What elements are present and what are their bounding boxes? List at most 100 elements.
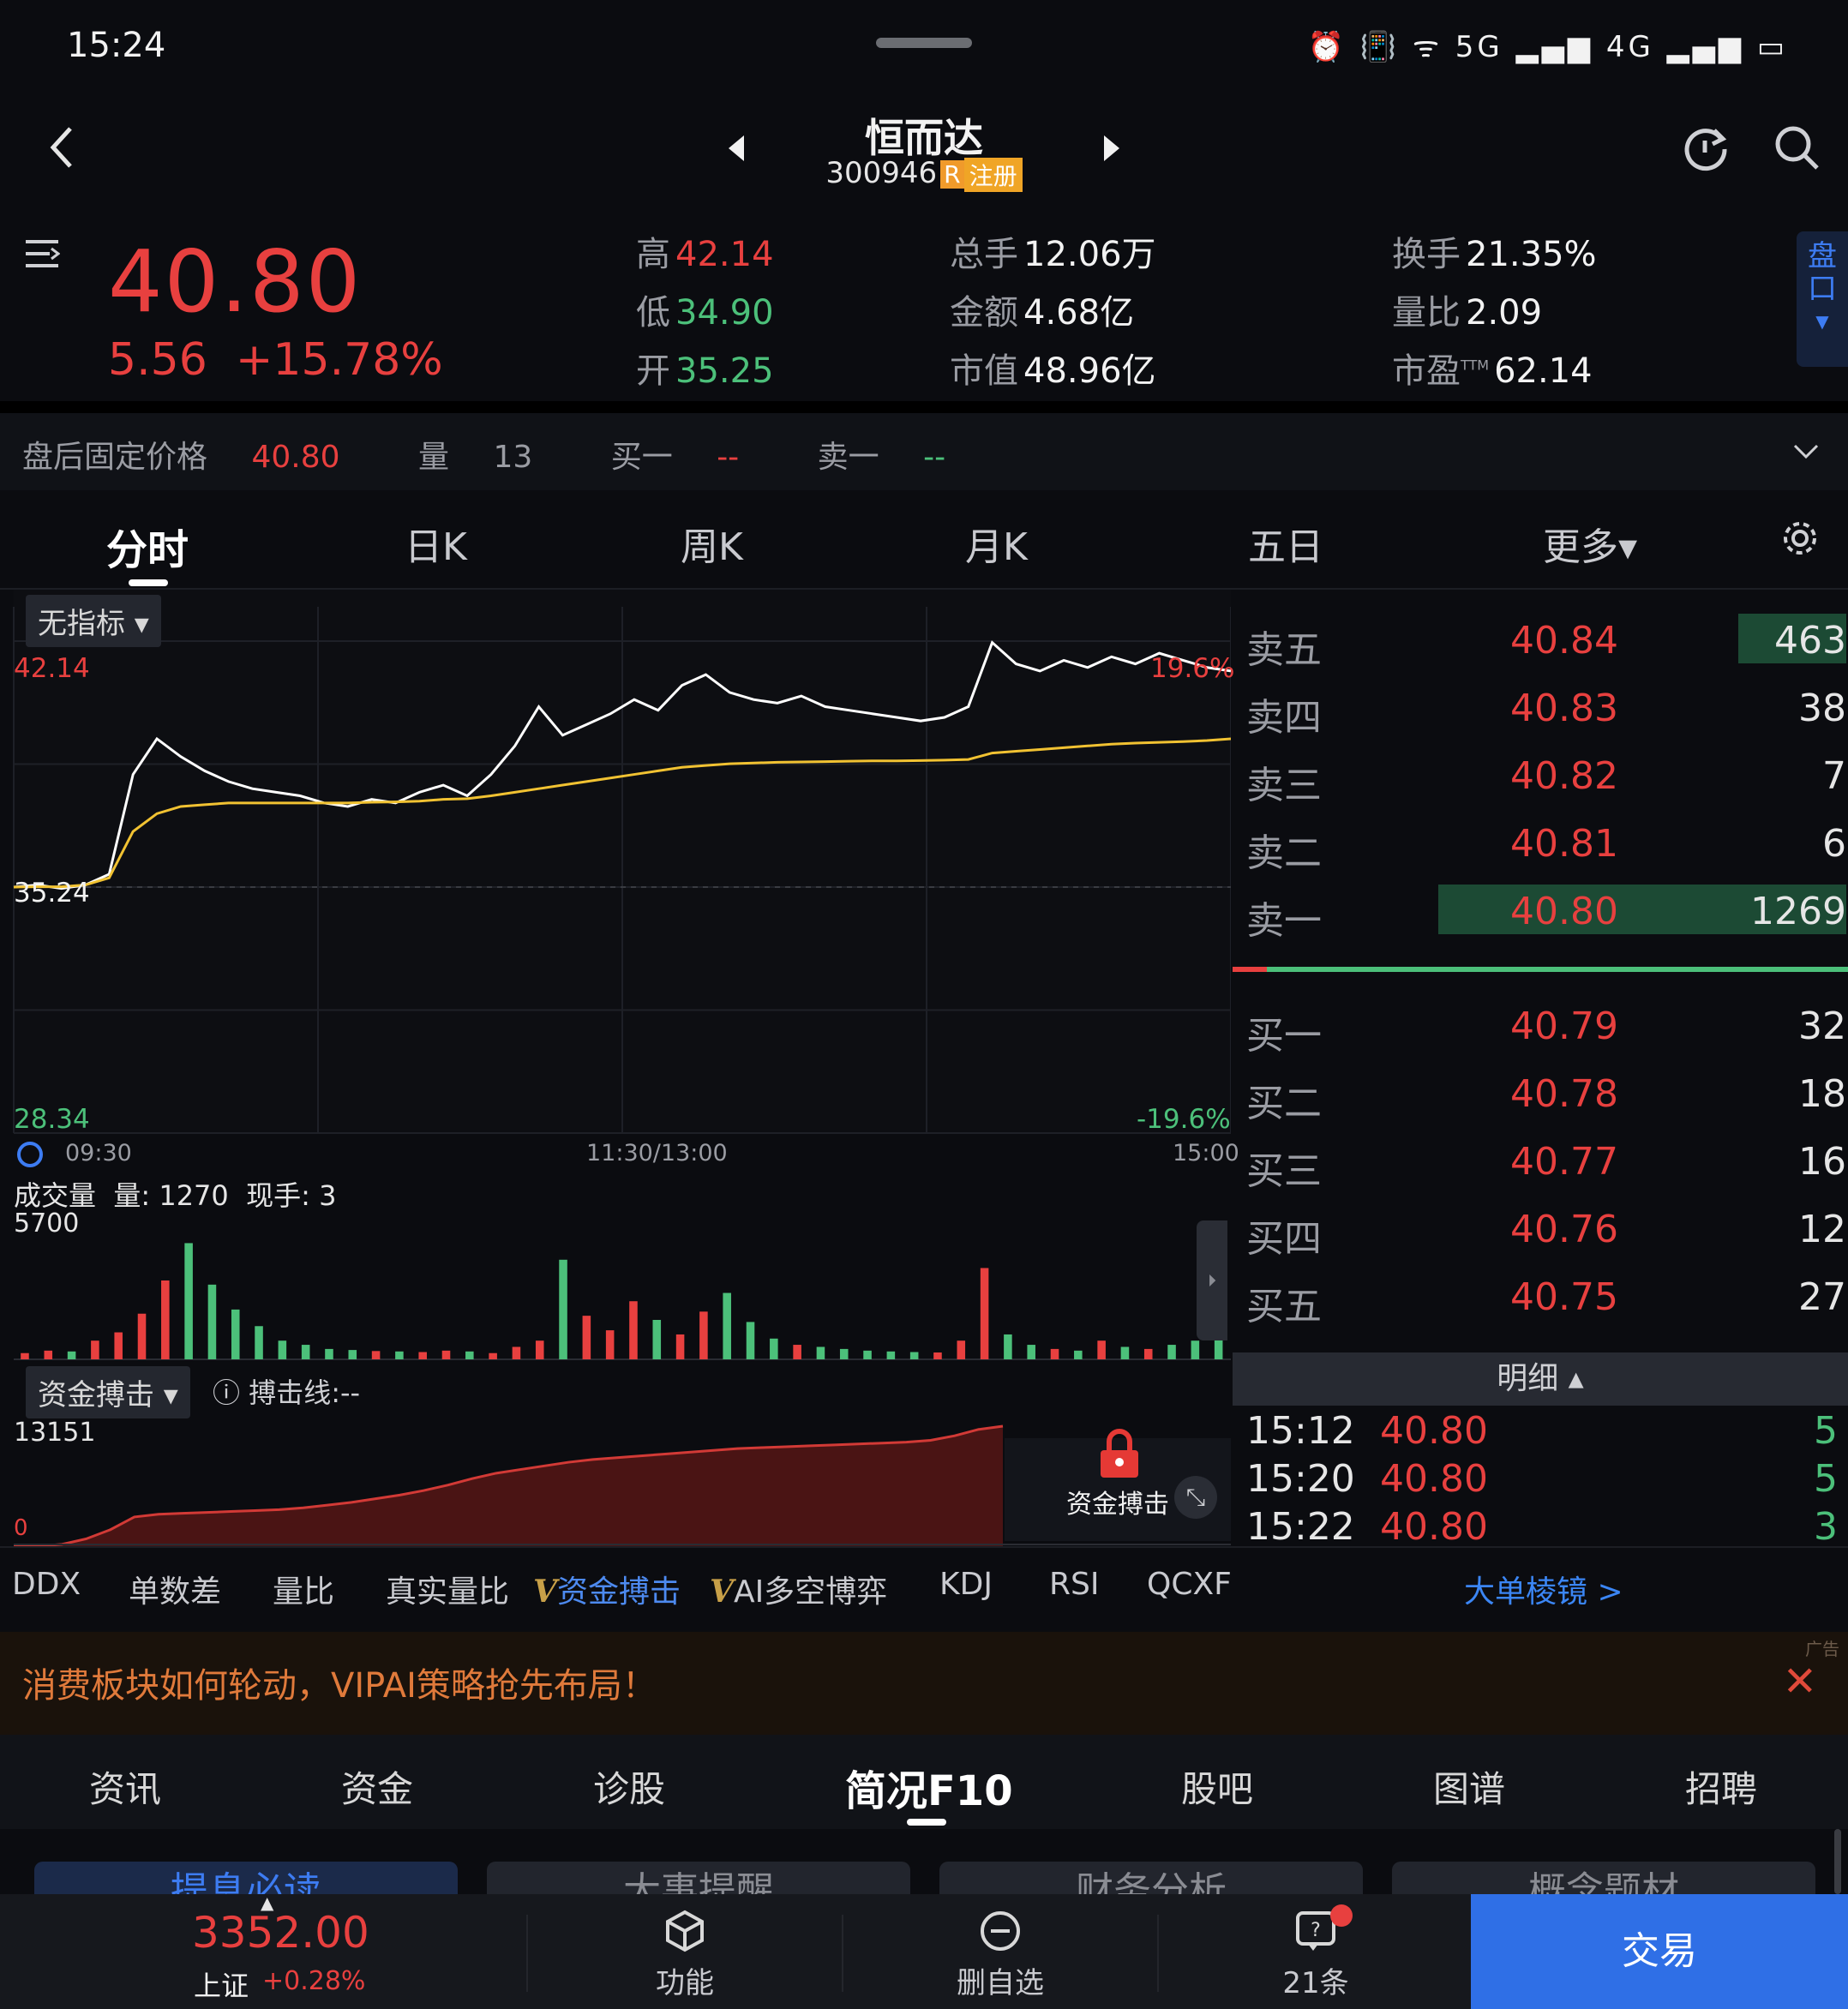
tab-diagnosis[interactable]: 诊股 — [593, 1760, 665, 1813]
ind-tab-kdj[interactable]: KDJ — [939, 1567, 993, 1602]
scrollbar[interactable] — [1834, 1829, 1841, 1894]
volume-bar — [699, 1311, 708, 1359]
trade-detail-toggle[interactable]: 明细 ▴ — [1233, 1352, 1848, 1406]
bid-level[interactable]: 买四 40.76 12 — [1246, 1196, 1846, 1261]
function-button[interactable]: 功能 — [528, 1894, 842, 2009]
pankou-toggle[interactable]: 盘口 ▼ — [1797, 231, 1848, 367]
ind-tab-qcxf[interactable]: QCXF — [1147, 1567, 1232, 1602]
card-events[interactable]: 大事提醒 — [487, 1862, 910, 1894]
fund-indicator-select[interactable]: 资金搏击 ▾ — [26, 1366, 190, 1418]
trade-qty: 5 — [1814, 1457, 1838, 1501]
volume-bar — [184, 1243, 193, 1359]
y-axis-mid-label: 35.24 — [14, 878, 90, 909]
level-label: 买一 — [1246, 1014, 1322, 1058]
index-change: +0.28% — [262, 1966, 366, 1996]
tab-daily-k[interactable]: 日K — [405, 516, 467, 571]
svg-text:?: ? — [1311, 1920, 1321, 1941]
stock-code: 300946 — [825, 156, 938, 190]
ask-level[interactable]: 卖五 40.84 463 — [1246, 607, 1846, 672]
index-ticker[interactable]: ▲ 3352.00 上证 +0.28% — [0, 1892, 526, 2009]
level-volume: 463 — [1774, 619, 1846, 663]
volume-bar — [371, 1351, 381, 1359]
next-stock-icon[interactable] — [1102, 134, 1121, 163]
indicator-select[interactable]: 无指标 ▾ — [26, 595, 161, 647]
intraday-chart-panel[interactable]: 无指标 ▾ 42.14 35.24 28.34 19.6% -19.6% 09:… — [0, 590, 1239, 1546]
card-financials[interactable]: 财务分析 — [939, 1862, 1363, 1894]
card-concepts[interactable]: 概念题材 — [1392, 1862, 1815, 1894]
quote-pe: 市盈TTM 62.14 — [1392, 351, 1593, 391]
trade-row: 15:22 40.80 3 — [1246, 1505, 1838, 1553]
search-icon[interactable] — [1773, 123, 1821, 171]
volume-bar — [207, 1284, 217, 1359]
tab-graph[interactable]: 图谱 — [1433, 1760, 1505, 1813]
bid-level[interactable]: 买二 40.78 18 — [1246, 1060, 1846, 1125]
volume-bar — [231, 1309, 240, 1359]
trade-button[interactable]: 交易 — [1471, 1894, 1848, 2009]
bid-level[interactable]: 买五 40.75 27 — [1246, 1263, 1846, 1328]
ind-tab-fund-battle[interactable]: V资金搏击 — [533, 1567, 681, 1611]
y-axis-top-label: 42.14 — [14, 653, 90, 684]
ask-button[interactable]: ? 21条 — [1159, 1894, 1473, 2009]
ind-tab-rsi[interactable]: RSI — [1049, 1567, 1099, 1602]
ad-text[interactable]: 消费板块如何轮动，VIPAI策略抢先布局！ — [22, 1658, 657, 1707]
level-volume: 27 — [1798, 1275, 1846, 1319]
trade-price: 40.80 — [1380, 1457, 1488, 1501]
collapse-handle-icon[interactable]: ⏵ — [1197, 1220, 1227, 1340]
info-icon[interactable]: ⓘ — [213, 1376, 240, 1409]
chevron-down-icon[interactable] — [1793, 444, 1819, 459]
circle-toggle-icon[interactable] — [15, 1140, 45, 1169]
tab-more[interactable]: 更多▾ — [1543, 516, 1637, 571]
ask-level[interactable]: 卖四 40.83 38 — [1246, 675, 1846, 740]
menu-icon[interactable] — [26, 238, 60, 269]
volume-bar — [1167, 1345, 1176, 1359]
ind-tab-ddx[interactable]: DDX — [12, 1567, 81, 1602]
level-label: 买四 — [1246, 1217, 1322, 1261]
trade-qty: 5 — [1814, 1409, 1838, 1453]
ask-level[interactable]: 卖一 40.80 1269 — [1246, 878, 1846, 943]
tab-funds[interactable]: 资金 — [341, 1760, 413, 1813]
quote-header: 40.80 5.56 +15.78% 高 42.14 低 34.90 开 35.25 … — [0, 206, 1848, 405]
sub-cards: 提息必读 大事提醒 财务分析 概念题材 — [0, 1829, 1848, 1894]
volume-bar — [559, 1259, 567, 1359]
ask-level[interactable]: 卖三 40.82 7 — [1246, 742, 1846, 807]
tab-monthly-k[interactable]: 月K — [965, 516, 1028, 571]
quote-turnover: 换手 21.35% — [1392, 235, 1597, 274]
volume-bar — [137, 1313, 147, 1359]
tab-weekly-k[interactable]: 周K — [681, 516, 743, 571]
trade-price: 40.80 — [1380, 1409, 1488, 1453]
bid-level[interactable]: 买三 40.77 16 — [1246, 1128, 1846, 1193]
volume-bar — [465, 1351, 474, 1359]
drag-handle[interactable] — [876, 38, 972, 48]
fund-lock-overlay[interactable]: 资金搏击 ⤡ — [1005, 1429, 1231, 1541]
level-volume: 38 — [1798, 687, 1846, 730]
caret-down-icon: ▼ — [1815, 311, 1829, 332]
close-icon[interactable]: ✕ — [1783, 1658, 1817, 1706]
remove-watchlist-button[interactable]: 删自选 — [843, 1894, 1157, 2009]
ask-level[interactable]: 卖二 40.81 6 — [1246, 810, 1846, 875]
bid-level[interactable]: 买一 40.79 32 — [1246, 993, 1846, 1058]
card-must-read[interactable]: 提息必读 — [34, 1862, 458, 1894]
ind-tab-order-diff[interactable]: 单数差 — [129, 1567, 221, 1611]
tab-jobs[interactable]: 招聘 — [1685, 1760, 1757, 1813]
ind-tab-real-volume-ratio[interactable]: 真实量比 — [386, 1567, 509, 1611]
quote-open: 开 35.25 — [636, 351, 774, 391]
tab-f10[interactable]: 简况F10 — [845, 1757, 1013, 1817]
ad-banner[interactable]: 消费板块如何轮动，VIPAI策略抢先布局！ 广告 ✕ — [0, 1632, 1848, 1735]
ind-tab-ai-battle[interactable]: VAI多空博弈 — [710, 1567, 887, 1611]
volume-bar — [535, 1340, 544, 1359]
ind-tab-volume-ratio[interactable]: 量比 — [273, 1567, 334, 1611]
refresh-icon[interactable] — [1680, 123, 1730, 173]
stock-code-line: 300946 R 注册 — [0, 156, 1848, 192]
level-price: 40.75 — [1510, 1275, 1618, 1319]
tab-news[interactable]: 资讯 — [89, 1760, 161, 1813]
tab-intraday[interactable]: 分时 — [106, 516, 189, 576]
tab-five-day[interactable]: 五日 — [1248, 516, 1323, 571]
tab-forum[interactable]: 股吧 — [1181, 1760, 1253, 1813]
after-hours-bar[interactable]: 盘后固定价格 40.80 量 13 买一 -- 卖一 -- — [0, 413, 1848, 490]
volume-bar — [1191, 1340, 1200, 1359]
big-order-prism-link[interactable]: 大单棱镜 > — [1464, 1567, 1623, 1611]
expand-icon[interactable]: ⤡ — [1174, 1476, 1217, 1519]
level-volume: 7 — [1822, 754, 1846, 798]
gear-icon[interactable] — [1781, 519, 1819, 557]
bottom-bar: ▲ 3352.00 上证 +0.28% 功能 删自选 ? 21条 交易 — [0, 1892, 1848, 2009]
